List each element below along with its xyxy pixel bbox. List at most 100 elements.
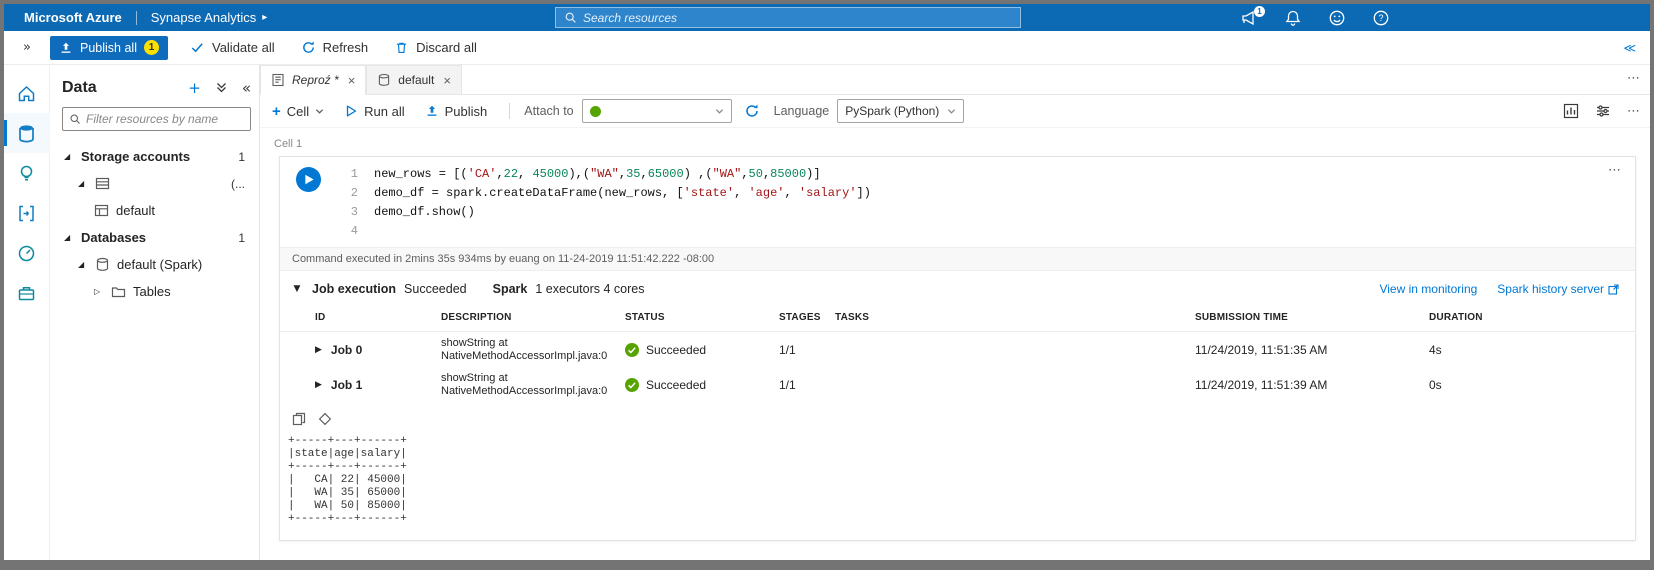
run-cell-button[interactable] [296, 167, 321, 192]
publish-all-button[interactable]: Publish all 1 [50, 36, 168, 60]
help-icon[interactable]: ? [1372, 9, 1390, 27]
col-status: STATUS [625, 312, 779, 323]
tree-item-databases[interactable]: ◢ Databases 1 [62, 224, 251, 251]
sidebar-develop-icon[interactable] [4, 153, 50, 193]
execution-status: Command executed in 2mins 35s 934ms by e… [280, 247, 1635, 271]
sidebar-manage-icon[interactable] [4, 273, 50, 313]
refresh-pools-icon[interactable] [744, 103, 760, 119]
notifications-bell-icon[interactable] [1284, 9, 1302, 27]
filter-input[interactable] [86, 112, 244, 126]
add-resource-icon[interactable]: + [188, 81, 201, 96]
notebook-more-icon[interactable]: ⋯ [1627, 104, 1640, 119]
expanded-caret-icon[interactable]: ◢ [78, 179, 88, 188]
language-value: PySpark (Python) [845, 104, 939, 118]
attach-to-label: Attach to [524, 104, 573, 118]
sidebar-data-icon[interactable] [4, 113, 50, 153]
job-stages: 1/1 [779, 378, 835, 392]
col-duration: DURATION [1429, 312, 1635, 323]
job-expand[interactable]: ▶ Job 0 [315, 343, 441, 357]
breadcrumb-chevron-icon[interactable]: ▸ [262, 12, 267, 23]
cell-more-icon[interactable]: ⋯ [1608, 163, 1621, 178]
feedback-smiley-icon[interactable] [1328, 9, 1346, 27]
toolbar-divider [509, 103, 510, 119]
session-config-icon[interactable] [1595, 103, 1611, 119]
job-expand[interactable]: ▶ Job 1 [315, 378, 441, 392]
azure-brand[interactable]: Microsoft Azure [4, 10, 136, 25]
run-all-label: Run all [364, 104, 404, 119]
resource-tree: ◢ Storage accounts 1 ◢ (... default ◢ Da… [62, 143, 251, 305]
validate-all-button[interactable]: Validate all [190, 40, 275, 55]
publish-notebook-button[interactable]: Publish [425, 104, 488, 119]
code-editor[interactable]: 1 2 3 4 new_rows = [('CA',22, 45000),("W… [280, 157, 1635, 247]
add-cell-button[interactable]: + Cell [272, 103, 324, 120]
publish-label: Publish [445, 104, 488, 119]
notebook-canvas: Cell 1 1 2 3 4 [260, 128, 1650, 560]
job-duration: 4s [1429, 343, 1635, 357]
copy-output-icon[interactable] [292, 412, 306, 426]
language-select[interactable]: PySpark (Python) [837, 99, 964, 123]
publish-icon [59, 41, 73, 55]
expand-sidebar-icon[interactable]: » [4, 40, 50, 55]
tree-count: 1 [238, 150, 251, 164]
code-cell: 1 2 3 4 new_rows = [('CA',22, 45000),("W… [279, 156, 1636, 541]
search-icon [564, 11, 577, 24]
tree-item-storage-account[interactable]: ◢ (... [62, 170, 251, 197]
clear-output-icon[interactable] [318, 412, 332, 426]
expanded-caret-icon[interactable]: ◢ [64, 233, 74, 242]
job-panel: ▼ Job execution Succeeded Spark 1 execut… [280, 271, 1635, 402]
tree-item-storage-default[interactable]: default [62, 197, 251, 224]
run-all-button[interactable]: Run all [344, 104, 404, 119]
search-input[interactable] [583, 11, 1012, 25]
tab-label: Reproź * [292, 73, 339, 87]
close-tab-icon[interactable]: × [443, 73, 451, 88]
notebook-icon [271, 73, 285, 87]
tree-item-storage-accounts[interactable]: ◢ Storage accounts 1 [62, 143, 251, 170]
collapse-properties-icon[interactable]: ≪ [1623, 41, 1650, 55]
tab-bar: Reproź * × default × ⋯ [260, 65, 1650, 95]
expanded-caret-icon[interactable]: ◢ [64, 152, 74, 161]
line-numbers: 1 2 3 4 [336, 165, 358, 241]
global-search[interactable] [555, 7, 1021, 28]
discard-all-button[interactable]: Discard all [394, 40, 477, 55]
close-tab-icon[interactable]: × [348, 73, 356, 88]
topbar-icons: 1 ? [1240, 4, 1390, 31]
tab-overflow-more-icon[interactable]: ⋯ [1627, 71, 1640, 86]
chart-icon[interactable] [1563, 103, 1579, 119]
refresh-button[interactable]: Refresh [301, 40, 369, 55]
folder-icon [111, 284, 126, 299]
breadcrumb[interactable]: Synapse Analytics ▸ [151, 10, 268, 25]
database-icon [377, 73, 391, 87]
collapse-panel-icon[interactable]: « [242, 81, 251, 96]
sidebar-integrate-icon[interactable] [4, 193, 50, 233]
attach-to-select[interactable] [582, 99, 732, 123]
tree-item-tables[interactable]: ▷ Tables [62, 278, 251, 305]
filter-box[interactable] [62, 107, 251, 131]
spark-history-server-link[interactable]: Spark history server [1497, 282, 1619, 296]
spark-detail: 1 executors 4 cores [535, 282, 644, 296]
code-lines[interactable]: new_rows = [('CA',22, 45000),("WA",35,65… [358, 165, 871, 241]
spark-label: Spark [493, 282, 528, 296]
expand-row-icon[interactable]: ▶ [315, 345, 322, 355]
play-icon [344, 104, 358, 118]
collapse-section-icon[interactable]: ▼ [290, 284, 304, 294]
refresh-icon [301, 40, 316, 55]
expand-row-icon[interactable]: ▶ [315, 380, 322, 390]
announcements-icon[interactable]: 1 [1240, 9, 1258, 27]
expanded-caret-icon[interactable]: ◢ [78, 260, 88, 269]
collapsed-caret-icon[interactable]: ▷ [94, 287, 104, 296]
view-in-monitoring-link[interactable]: View in monitoring [1379, 282, 1477, 296]
job-stages: 1/1 [779, 343, 835, 357]
play-icon [304, 174, 315, 185]
job-duration: 0s [1429, 378, 1635, 392]
sidebar-home-icon[interactable] [4, 73, 50, 113]
tree-item-default-spark[interactable]: ◢ default (Spark) [62, 251, 251, 278]
tab-default[interactable]: default × [366, 65, 462, 94]
discard-all-label: Discard all [416, 40, 477, 55]
tab-notebook[interactable]: Reproź * × [260, 65, 366, 95]
top-bar: Microsoft Azure Synapse Analytics ▸ 1 ? [4, 4, 1650, 31]
sidebar-monitor-icon[interactable] [4, 233, 50, 273]
col-tasks: TASKS [835, 312, 1195, 323]
refresh-label: Refresh [323, 40, 369, 55]
announcements-badge: 1 [1254, 6, 1265, 17]
collapse-all-icon[interactable] [215, 80, 228, 96]
